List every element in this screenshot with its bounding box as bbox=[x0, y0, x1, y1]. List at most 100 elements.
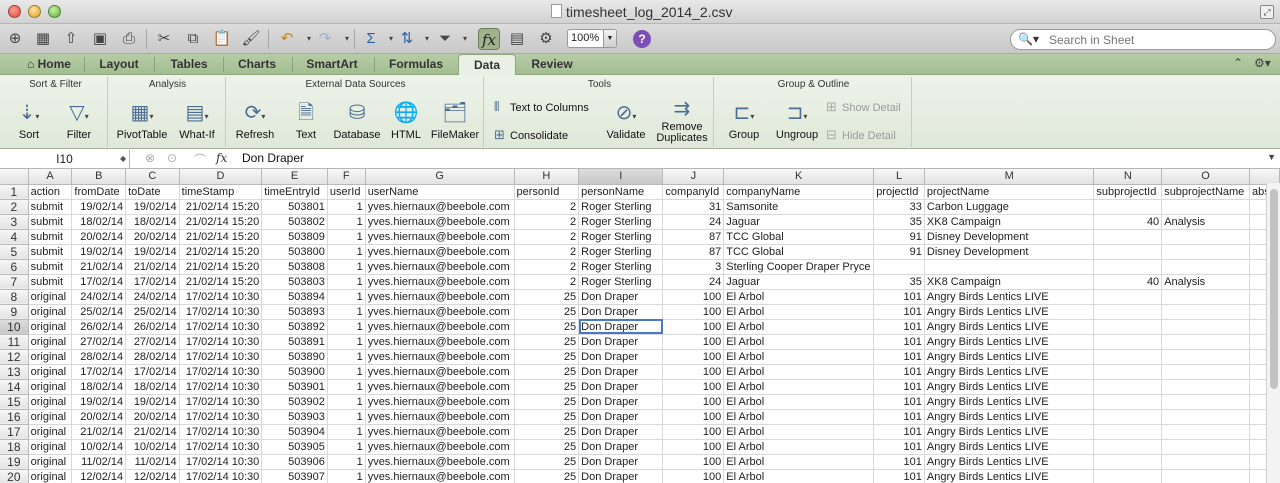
cell[interactable] bbox=[1093, 334, 1163, 350]
cell[interactable]: 28/02/14 bbox=[125, 349, 180, 365]
cell[interactable]: 503809 bbox=[261, 229, 328, 245]
cell[interactable]: 100 bbox=[662, 379, 725, 395]
copy-icon[interactable]: ⧉ bbox=[182, 28, 204, 50]
cell[interactable]: 25 bbox=[514, 364, 580, 380]
cell[interactable]: 100 bbox=[662, 424, 725, 440]
cell[interactable]: 17/02/14 10:30 bbox=[179, 379, 263, 395]
cell[interactable]: yves.hiernaux@beebole.com bbox=[365, 349, 515, 365]
filter-button[interactable]: ▽▾ Filter bbox=[56, 99, 102, 141]
cell[interactable] bbox=[1161, 469, 1250, 483]
tab-smartart[interactable]: SmartArt bbox=[296, 54, 368, 75]
templates-icon[interactable]: ▦ bbox=[32, 28, 54, 50]
cell[interactable]: 25 bbox=[514, 289, 580, 305]
formula-builder-icon[interactable]: fx bbox=[478, 28, 500, 50]
cell[interactable]: 25 bbox=[514, 439, 580, 455]
cell[interactable]: 503892 bbox=[261, 319, 328, 335]
import-filemaker-button[interactable]: 🗂 FileMaker bbox=[428, 99, 482, 141]
cell[interactable]: 101 bbox=[873, 424, 925, 440]
cell[interactable]: 1 bbox=[327, 394, 366, 410]
cell[interactable]: original bbox=[28, 469, 73, 483]
cell[interactable]: yves.hiernaux@beebole.com bbox=[365, 214, 515, 230]
cell[interactable]: 17/02/14 10:30 bbox=[179, 409, 263, 425]
cell[interactable]: 20/02/14 bbox=[71, 229, 127, 245]
confirm-icon[interactable]: ⊙ bbox=[167, 151, 177, 165]
formula-input[interactable]: Don Draper bbox=[242, 151, 304, 165]
cell[interactable]: 100 bbox=[662, 289, 725, 305]
tab-formulas[interactable]: Formulas bbox=[379, 54, 453, 75]
cell[interactable]: original bbox=[28, 334, 73, 350]
row-header[interactable]: 10 bbox=[0, 319, 29, 335]
toolbox-icon[interactable]: ⚙ bbox=[535, 28, 557, 50]
cell[interactable] bbox=[1161, 244, 1250, 260]
cell[interactable]: 100 bbox=[662, 409, 725, 425]
cell[interactable]: Don Draper bbox=[578, 364, 664, 380]
consolidate-button[interactable]: ⊞ Consolidate bbox=[494, 127, 568, 143]
cell[interactable]: TCC Global bbox=[723, 229, 875, 245]
cell[interactable]: 503808 bbox=[261, 259, 328, 275]
cell[interactable]: submit bbox=[28, 259, 73, 275]
cell[interactable]: 25 bbox=[514, 334, 580, 350]
cell[interactable]: 25 bbox=[514, 469, 580, 483]
cell[interactable]: 503890 bbox=[261, 349, 328, 365]
cell[interactable]: 101 bbox=[873, 379, 925, 395]
cell[interactable]: 503900 bbox=[261, 364, 328, 380]
gallery-icon[interactable]: ▤ bbox=[506, 28, 528, 50]
cell[interactable]: yves.hiernaux@beebole.com bbox=[365, 364, 515, 380]
ribbon-options-icon[interactable]: ⚙▾ bbox=[1254, 56, 1271, 70]
print-icon[interactable]: ⎙ bbox=[118, 28, 140, 50]
row-header[interactable]: 6 bbox=[0, 259, 29, 275]
cell[interactable]: Samsonite bbox=[723, 199, 875, 215]
redo-icon[interactable]: ↷ bbox=[314, 28, 336, 50]
cell[interactable]: El Arbol bbox=[723, 349, 875, 365]
cell[interactable]: 21/02/14 15:20 bbox=[179, 244, 263, 260]
cell[interactable]: 1 bbox=[327, 304, 366, 320]
cell[interactable]: companyId bbox=[662, 184, 725, 200]
cell[interactable]: original bbox=[28, 349, 73, 365]
cell[interactable]: yves.hiernaux@beebole.com bbox=[365, 409, 515, 425]
filter-icon[interactable]: ⏷ bbox=[434, 28, 456, 50]
cell[interactable]: Don Draper bbox=[578, 334, 664, 350]
cell[interactable]: Angry Birds Lentics LIVE bbox=[924, 379, 1095, 395]
tab-review[interactable]: Review bbox=[522, 54, 582, 75]
cell[interactable]: yves.hiernaux@beebole.com bbox=[365, 244, 515, 260]
cell[interactable]: 503907 bbox=[261, 469, 328, 483]
cell[interactable]: 100 bbox=[662, 334, 725, 350]
cell[interactable] bbox=[1093, 304, 1163, 320]
vertical-scrollbar[interactable] bbox=[1266, 183, 1280, 483]
cut-icon[interactable]: ✂ bbox=[153, 28, 175, 50]
cell[interactable]: 17/02/14 bbox=[125, 364, 180, 380]
cell[interactable]: 1 bbox=[327, 274, 366, 290]
cell[interactable] bbox=[1161, 409, 1250, 425]
cell[interactable]: 2 bbox=[514, 229, 580, 245]
cell[interactable]: 33 bbox=[873, 199, 925, 215]
cell[interactable]: El Arbol bbox=[723, 409, 875, 425]
cell[interactable]: 1 bbox=[327, 379, 366, 395]
cell[interactable]: yves.hiernaux@beebole.com bbox=[365, 199, 515, 215]
row-header[interactable]: 18 bbox=[0, 439, 29, 455]
cell[interactable]: 21/02/14 15:20 bbox=[179, 214, 263, 230]
cell[interactable]: 17/02/14 bbox=[71, 364, 127, 380]
cell[interactable]: 19/02/14 bbox=[125, 199, 180, 215]
cell[interactable]: Angry Birds Lentics LIVE bbox=[924, 364, 1095, 380]
zoom-select[interactable]: 100% ▼ bbox=[567, 29, 617, 48]
import-text-button[interactable]: 🗎 Text bbox=[284, 99, 328, 141]
row-header[interactable]: 12 bbox=[0, 349, 29, 365]
cell[interactable]: 2 bbox=[514, 214, 580, 230]
cell[interactable]: subprojectId bbox=[1093, 184, 1163, 200]
cell[interactable]: 18/02/14 bbox=[71, 379, 127, 395]
cell[interactable]: original bbox=[28, 379, 73, 395]
cell[interactable]: El Arbol bbox=[723, 469, 875, 483]
new-workbook-icon[interactable]: ⊕ bbox=[4, 28, 26, 50]
cell[interactable]: yves.hiernaux@beebole.com bbox=[365, 229, 515, 245]
cell[interactable]: submit bbox=[28, 199, 73, 215]
name-box-stepper-icon[interactable]: ◆ bbox=[120, 150, 126, 168]
cell[interactable] bbox=[1093, 259, 1163, 275]
cell[interactable]: 18/02/14 bbox=[125, 214, 180, 230]
cell[interactable] bbox=[1093, 349, 1163, 365]
cell[interactable]: Don Draper bbox=[578, 454, 664, 470]
cell[interactable]: 503800 bbox=[261, 244, 328, 260]
cell[interactable]: Angry Birds Lentics LIVE bbox=[924, 469, 1095, 483]
chevron-down-icon[interactable]: ▼ bbox=[603, 30, 616, 47]
cell[interactable]: 25 bbox=[514, 349, 580, 365]
cell[interactable]: 2 bbox=[514, 274, 580, 290]
